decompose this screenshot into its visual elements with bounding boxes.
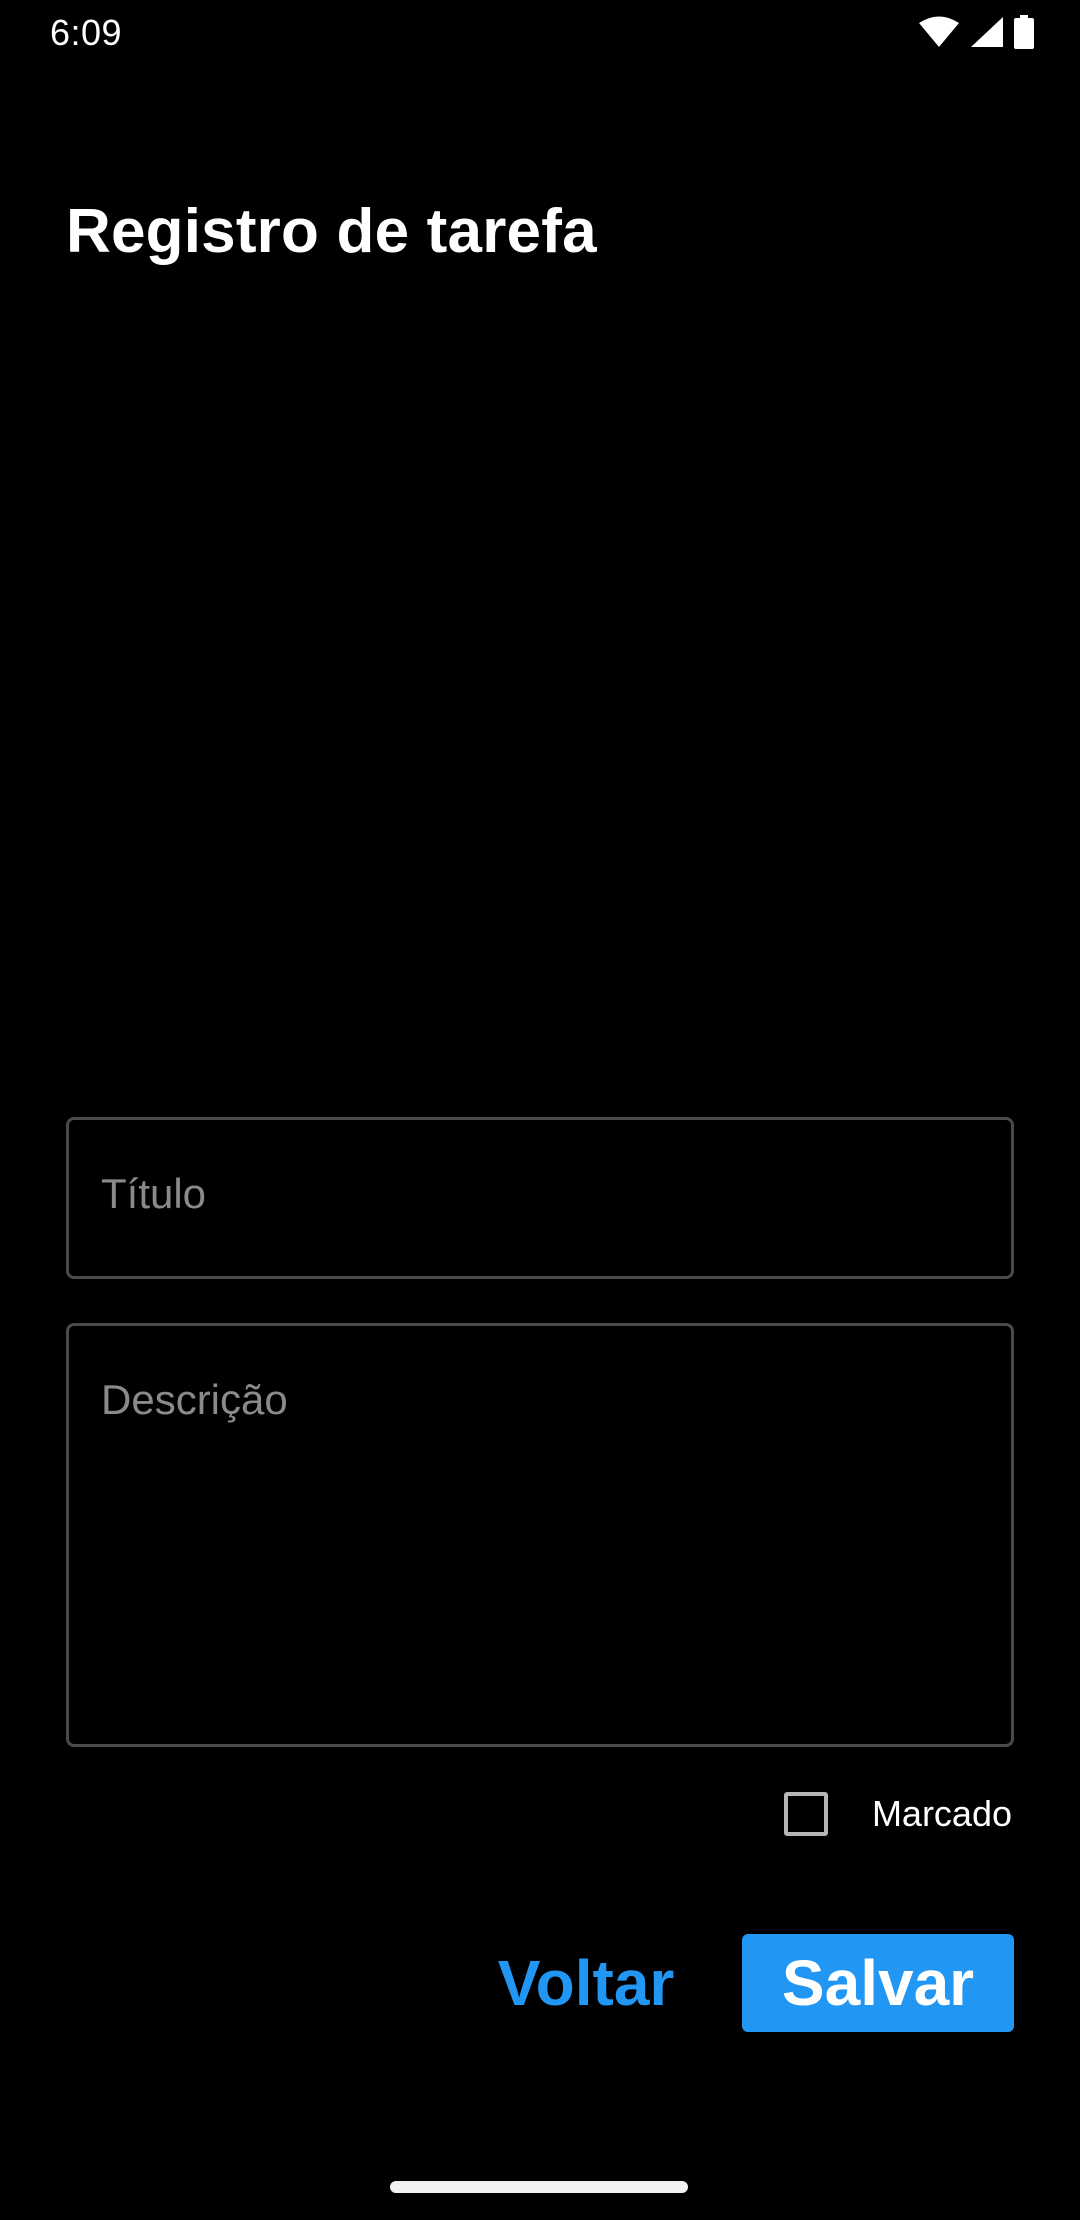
status-bar: 6:09 bbox=[0, 0, 1080, 66]
marcado-checkbox-label[interactable]: Marcado bbox=[872, 1793, 1012, 1835]
description-input-placeholder: Descrição bbox=[101, 1376, 288, 1423]
save-button[interactable]: Salvar bbox=[742, 1934, 1014, 2032]
title-input-placeholder: Título bbox=[101, 1170, 207, 1217]
marcado-checkbox[interactable] bbox=[783, 1792, 828, 1836]
gesture-nav-handle[interactable] bbox=[390, 2181, 688, 2193]
title-input[interactable]: Título bbox=[66, 1117, 1014, 1279]
wifi-icon bbox=[918, 16, 960, 48]
status-time: 6:09 bbox=[50, 12, 123, 53]
back-button[interactable]: Voltar bbox=[466, 1934, 706, 2032]
battery-icon bbox=[1014, 15, 1034, 49]
status-icons bbox=[918, 14, 1034, 50]
marcado-checkbox-row[interactable]: Marcado bbox=[783, 1784, 1012, 1844]
signal-icon bbox=[970, 16, 1004, 48]
page-title: Registro de tarefa bbox=[66, 197, 597, 266]
description-input[interactable]: Descrição bbox=[66, 1323, 1014, 1747]
